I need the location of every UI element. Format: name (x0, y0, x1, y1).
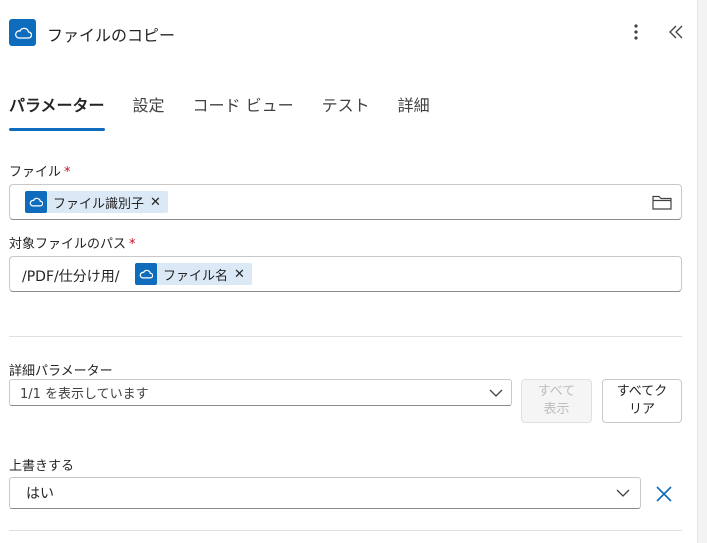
show-all-button[interactable]: すべて 表示 (521, 379, 592, 423)
more-options-button[interactable] (624, 20, 648, 44)
section-divider (9, 530, 682, 531)
required-asterisk: * (129, 237, 136, 252)
onedrive-cloud-icon (9, 19, 36, 46)
vertical-scrollbar[interactable] (697, 0, 707, 543)
remove-token-icon[interactable]: ✕ (150, 195, 168, 210)
overwrite-dropdown[interactable]: はい (9, 477, 641, 509)
file-name-token[interactable]: ファイル名 ✕ (135, 263, 252, 285)
collapse-panel-button[interactable] (664, 20, 688, 44)
vertical-ellipsis-icon (634, 24, 638, 40)
file-field-label: ファイル * (9, 165, 71, 180)
clear-all-button[interactable]: すべてク リア (602, 379, 682, 423)
tab-test[interactable]: テスト (322, 92, 370, 122)
destination-path-label: 対象ファイルのパス * (9, 237, 136, 252)
advanced-parameters-dropdown[interactable]: 1/1 を表示しています (9, 379, 512, 406)
remove-parameter-button[interactable] (655, 485, 673, 503)
file-input[interactable]: ファイル識別子 ✕ (9, 184, 682, 220)
file-identifier-token[interactable]: ファイル識別子 ✕ (25, 191, 168, 213)
onedrive-cloud-icon (25, 191, 47, 213)
destination-path-input[interactable]: /PDF/仕分け用/ ファイル名 ✕ (9, 256, 682, 292)
onedrive-cloud-icon (135, 263, 157, 285)
remove-token-icon[interactable]: ✕ (234, 267, 252, 282)
section-divider (9, 336, 682, 337)
tab-settings[interactable]: 設定 (133, 92, 165, 122)
tab-code-view[interactable]: コード ビュー (193, 92, 294, 122)
panel-title: ファイルのコピー (47, 26, 176, 45)
action-panel: ファイルのコピー パラメーター 設定 コード ビュー テスト 詳細 ファイル* (0, 0, 697, 543)
required-asterisk: * (64, 165, 71, 180)
panel-header: ファイルのコピー (0, 0, 697, 64)
tab-details[interactable]: 詳細 (398, 92, 430, 122)
folder-browse-icon[interactable] (652, 194, 672, 214)
double-chevron-left-icon (669, 25, 683, 39)
overwrite-label: 上書きする (9, 459, 75, 474)
tab-bar: パラメーター 設定 コード ビュー テスト 詳細 (9, 92, 458, 132)
advanced-parameters-label: 詳細パラメーター (9, 364, 113, 379)
tab-parameters[interactable]: パラメーター (9, 92, 105, 131)
chevron-down-icon (616, 489, 630, 497)
chevron-down-icon (489, 389, 503, 397)
path-prefix-text: /PDF/仕分け用/ (22, 269, 120, 285)
close-icon (656, 486, 672, 502)
